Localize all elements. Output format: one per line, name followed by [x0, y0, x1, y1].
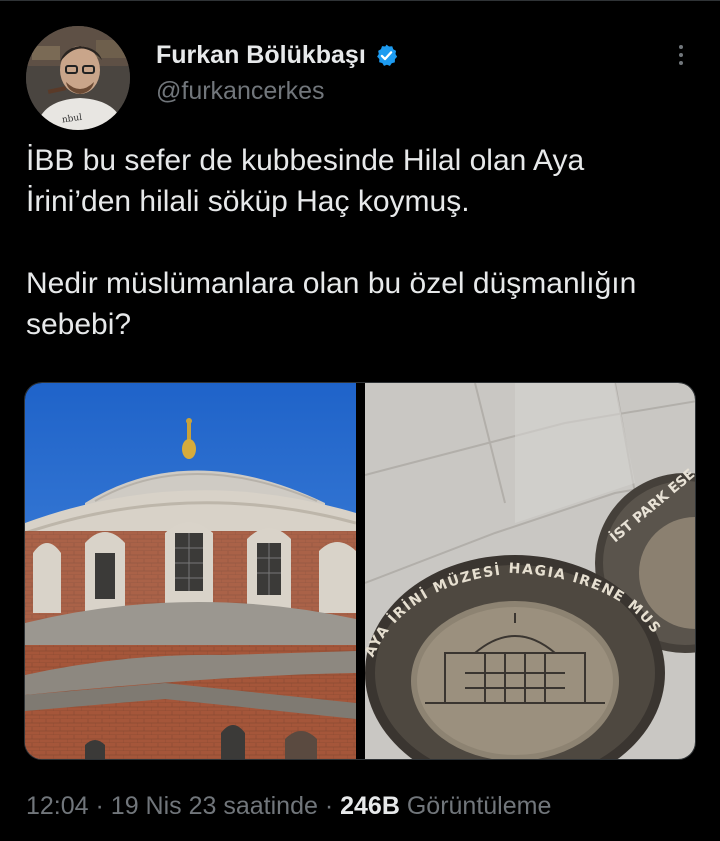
author-name[interactable]: Furkan Bölükbaşı — [156, 40, 366, 70]
avatar[interactable]: nbul — [26, 26, 130, 130]
top-divider — [0, 0, 720, 1]
avatar-image: nbul — [26, 26, 130, 130]
meta-separator: · — [95, 792, 104, 820]
views-count: 246B — [340, 792, 400, 820]
more-options-icon[interactable] — [666, 40, 696, 70]
tweet-media[interactable]: İST PARK ESE AYA İRİNİ MÜZESİ HAGIA IREN… — [24, 382, 696, 760]
tweet-date[interactable]: 19 Nis 23 saatinde — [111, 792, 318, 820]
author-name-row: Furkan Bölükbaşı — [156, 40, 399, 70]
tweet-meta: 12:04 · 19 Nis 23 saatinde · 246B Görünt… — [26, 790, 551, 822]
author-block[interactable]: Furkan Bölükbaşı @furkancerkes — [156, 40, 399, 106]
author-handle[interactable]: @furkancerkes — [156, 76, 399, 106]
tweet-text: İBB bu sefer de kubbesinde Hilal olan Ay… — [26, 144, 637, 341]
tweet-time[interactable]: 12:04 — [26, 792, 89, 820]
verified-badge-icon — [376, 44, 397, 66]
views-label: Görüntüleme — [406, 792, 552, 820]
meta-separator-2: · — [324, 792, 334, 820]
museum-plaque-photo[interactable]: İST PARK ESE AYA İRİNİ MÜZESİ HAGIA IREN… — [357, 383, 695, 759]
church-dome-photo[interactable] — [25, 383, 357, 759]
